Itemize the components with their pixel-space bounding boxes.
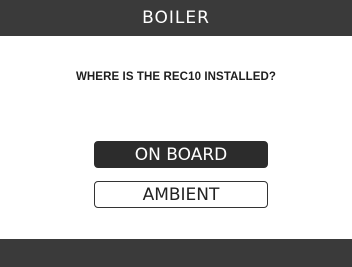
option-ambient-label: AMBIENT [142,184,220,205]
bottom-bar [0,239,352,267]
option-on-board-label: ON BOARD [134,144,228,165]
screen-title: BOILER [142,8,210,28]
option-on-board-button[interactable]: ON BOARD [94,141,268,168]
title-bar: BOILER [0,0,352,36]
boiler-setup-screen: BOILER WHERE IS THE REC10 INSTALLED? ON … [0,0,352,267]
option-ambient-button[interactable]: AMBIENT [94,181,268,208]
installation-question: WHERE IS THE REC10 INSTALLED? [75,71,277,83]
